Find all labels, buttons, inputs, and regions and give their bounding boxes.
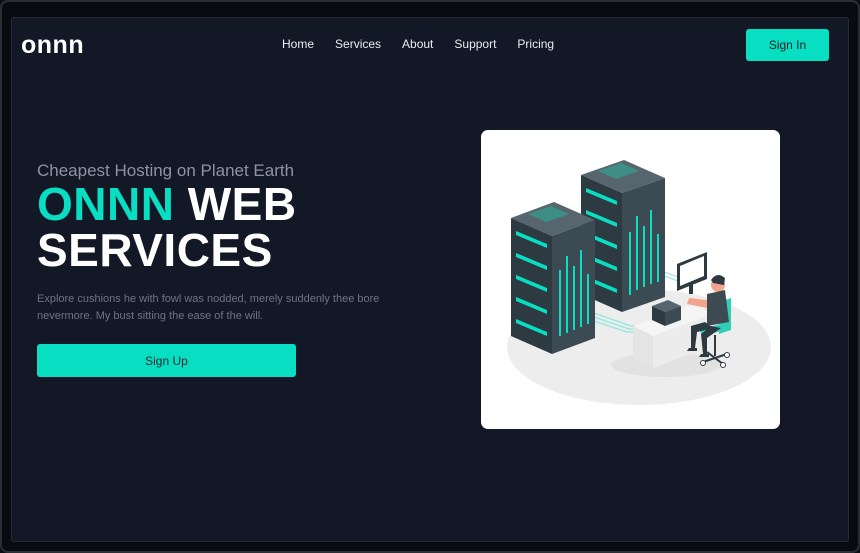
hero-illustration: [481, 130, 780, 429]
front-rack: [511, 202, 595, 354]
hero-title-word-services: SERVICES: [37, 224, 273, 276]
page-viewport: onnn Home Services About Support Pricing…: [11, 17, 849, 542]
nav-link-services[interactable]: Services: [335, 37, 381, 51]
nav-link-home[interactable]: Home: [282, 37, 314, 51]
nav-link-about[interactable]: About: [402, 37, 433, 51]
nav-link-support[interactable]: Support: [454, 37, 496, 51]
hero-description: Explore cushions he with fowl was nodded…: [37, 293, 380, 322]
hero-title-accent: ONNN: [37, 178, 175, 230]
hero-title: ONNN WEB SERVICES: [37, 181, 297, 273]
sign-up-button[interactable]: Sign Up: [37, 344, 296, 377]
site-logo[interactable]: onnn: [21, 31, 84, 60]
sign-in-button[interactable]: Sign In: [746, 29, 829, 61]
nav-link-pricing[interactable]: Pricing: [517, 37, 554, 51]
browser-frame: onnn Home Services About Support Pricing…: [0, 0, 860, 553]
server-rack-illustration-icon: [507, 160, 771, 405]
hero-title-word-web: WEB: [174, 178, 297, 230]
main-nav: Home Services About Support Pricing: [282, 37, 554, 51]
